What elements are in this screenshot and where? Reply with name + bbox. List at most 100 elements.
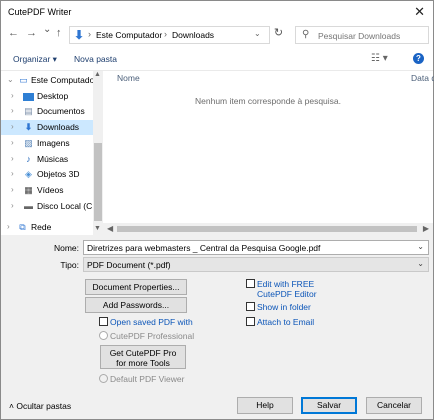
expand-chevron-icon[interactable]: › [11, 106, 14, 115]
edit-with-free-editor-label[interactable]: Edit with FREE CutePDF Editor [257, 279, 317, 299]
sidebar-item-this-pc[interactable]: ⌄ ▭ Este Computador [1, 73, 97, 88]
pictures-folder-icon: ▨ [24, 138, 33, 148]
sidebar-item-downloads[interactable]: › ⬇ Downloads [1, 120, 93, 135]
scroll-thumb[interactable] [94, 143, 102, 221]
search-input[interactable] [318, 29, 426, 42]
sidebar-item-network[interactable]: › ⧉ Rede [1, 220, 93, 235]
collapse-chevron-icon[interactable]: ⌄ [7, 75, 14, 84]
sidebar-item-pictures[interactable]: › ▨ Imagens [1, 136, 93, 151]
default-pdf-viewer-radio[interactable] [99, 374, 108, 383]
breadcrumb-this-pc[interactable]: Este Computador [96, 30, 162, 40]
sidebar-item-label: Documentos [37, 106, 85, 116]
chevron-down-icon[interactable]: ⌄ [417, 242, 424, 251]
expand-chevron-icon[interactable]: › [11, 122, 14, 131]
get-cutepdf-pro-button[interactable]: Get CutePDF Pro for more Tools [100, 345, 186, 369]
get-pro-line-1: Get CutePDF Pro [109, 348, 177, 358]
downloads-folder-icon: ⬇ [24, 122, 33, 132]
chevron-down-icon[interactable]: ⌄ [417, 259, 424, 268]
help-icon[interactable]: ? [413, 53, 424, 64]
open-saved-pdf-checkbox[interactable] [99, 317, 108, 326]
scroll-right-icon[interactable]: ▶ [423, 224, 429, 233]
search-icon: ⚲ [302, 29, 310, 40]
sidebar-item-desktop[interactable]: › Desktop [1, 89, 93, 104]
command-toolbar: Organizar ▾ Nova pasta ☷ ▾ ? [1, 47, 433, 71]
sidebar-item-videos[interactable]: › ▦ Vídeos [1, 183, 93, 198]
sidebar-item-label: Objetos 3D [37, 169, 80, 179]
file-type-label: Tipo: [60, 260, 79, 270]
save-dialog-window: CutePDF Writer ✕ ← → ⌄ ↑ ⬇ › Este Comput… [0, 0, 434, 420]
edit-with-free-editor-checkbox[interactable] [246, 279, 255, 288]
address-dropdown-icon[interactable]: ⌄ [254, 29, 261, 38]
expand-chevron-icon[interactable]: › [11, 185, 14, 194]
get-pro-line-2: for more Tools [116, 358, 170, 368]
sidebar-item-local-disk[interactable]: › ▬ Disco Local (C:) [1, 199, 97, 214]
sidebar-item-label: Músicas [37, 154, 69, 164]
recent-locations-icon[interactable]: ⌄ [43, 24, 51, 35]
expand-chevron-icon[interactable]: › [11, 138, 14, 147]
show-in-folder-checkbox[interactable] [246, 302, 255, 311]
show-in-folder-label[interactable]: Show in folder [257, 302, 311, 312]
column-header-date[interactable]: Data d [411, 73, 434, 83]
file-type-value: PDF Document (*.pdf) [87, 260, 171, 270]
expand-chevron-icon[interactable]: › [11, 169, 14, 178]
music-folder-icon: ♪ [26, 154, 31, 164]
navigation-bar: ← → ⌄ ↑ ⬇ › Este Computador › Downloads … [1, 23, 433, 47]
empty-message: Nenhum item corresponde à pesquisa. [195, 96, 341, 106]
cutepdf-professional-radio[interactable] [99, 331, 108, 340]
file-name-field[interactable]: Diretrizes para webmasters _ Central da … [83, 240, 429, 255]
new-folder-button[interactable]: Nova pasta [74, 54, 117, 64]
view-options-icon[interactable]: ☷ ▾ [371, 53, 388, 64]
sidebar-item-label: Vídeos [37, 185, 64, 195]
documents-folder-icon: ▤ [24, 106, 33, 116]
attach-to-email-label[interactable]: Attach to Email [257, 317, 314, 327]
close-icon[interactable]: ✕ [414, 4, 425, 20]
horizontal-scrollbar[interactable]: ◀ ▶ [103, 223, 433, 235]
file-list[interactable]: Nome Data d Nenhum item corresponde à pe… [103, 71, 434, 223]
hide-folders-label: Ocultar pastas [16, 401, 72, 411]
title-bar: CutePDF Writer ✕ [1, 1, 433, 23]
downloads-location-icon: ⬇ [74, 28, 85, 42]
scroll-thumb[interactable] [117, 226, 417, 232]
breadcrumb-separator[interactable]: › [88, 29, 91, 39]
back-arrow-icon[interactable]: ← [8, 27, 19, 39]
column-header-name[interactable]: Nome [117, 73, 140, 83]
expand-chevron-icon[interactable]: › [7, 222, 10, 231]
edit-free-line-1: Edit with FREE [257, 279, 315, 289]
expand-chevron-icon[interactable]: › [11, 154, 14, 163]
default-pdf-viewer-label: Default PDF Viewer [110, 374, 185, 384]
navigation-pane: ⌄ ▭ Este Computador › Desktop › ▤ Docume… [1, 71, 103, 235]
file-type-select[interactable]: PDF Document (*.pdf) ⌄ [83, 257, 429, 272]
edit-free-line-2: CutePDF Editor [257, 289, 317, 299]
open-saved-pdf-label[interactable]: Open saved PDF with [110, 317, 193, 327]
expand-chevron-icon[interactable]: › [11, 91, 14, 100]
forward-arrow-icon[interactable]: → [26, 27, 37, 39]
navigation-scrollbar[interactable]: ▲ ▼ [93, 71, 103, 235]
help-button[interactable]: Help [237, 397, 293, 414]
scroll-down-icon[interactable]: ▼ [94, 225, 101, 232]
sidebar-item-label: Imagens [37, 138, 70, 148]
up-arrow-icon[interactable]: ↑ [56, 27, 62, 39]
hide-folders-toggle[interactable]: ˄ Ocultar pastas [9, 401, 71, 411]
document-properties-button[interactable]: Document Properties... [85, 279, 187, 295]
attach-to-email-checkbox[interactable] [246, 317, 255, 326]
sidebar-item-music[interactable]: › ♪ Músicas [1, 152, 93, 167]
chevron-up-icon: ˄ [9, 401, 14, 411]
sidebar-item-3d-objects[interactable]: › ◈ Objetos 3D [1, 167, 93, 182]
add-passwords-button[interactable]: Add Passwords... [85, 297, 187, 313]
search-box: ⚲ [295, 26, 429, 44]
drive-icon: ▬ [24, 201, 33, 211]
save-button[interactable]: Salvar [301, 397, 357, 414]
refresh-icon[interactable]: ↻ [269, 26, 287, 44]
breadcrumb-downloads[interactable]: Downloads [172, 30, 214, 40]
expand-chevron-icon[interactable]: › [11, 201, 14, 210]
organize-menu[interactable]: Organizar ▾ [13, 54, 57, 65]
scroll-up-icon[interactable]: ▲ [94, 71, 101, 78]
sidebar-item-documents[interactable]: › ▤ Documentos [1, 104, 93, 119]
breadcrumb-separator[interactable]: › [164, 29, 167, 39]
sidebar-item-label: Rede [31, 222, 52, 232]
scroll-left-icon[interactable]: ◀ [107, 224, 113, 233]
address-bar[interactable]: ⬇ › Este Computador › Downloads ⌄ [69, 26, 287, 44]
objects-3d-folder-icon: ◈ [25, 169, 32, 179]
sidebar-item-label: Disco Local (C:) [37, 201, 98, 211]
cancel-button[interactable]: Cancelar [366, 397, 422, 414]
